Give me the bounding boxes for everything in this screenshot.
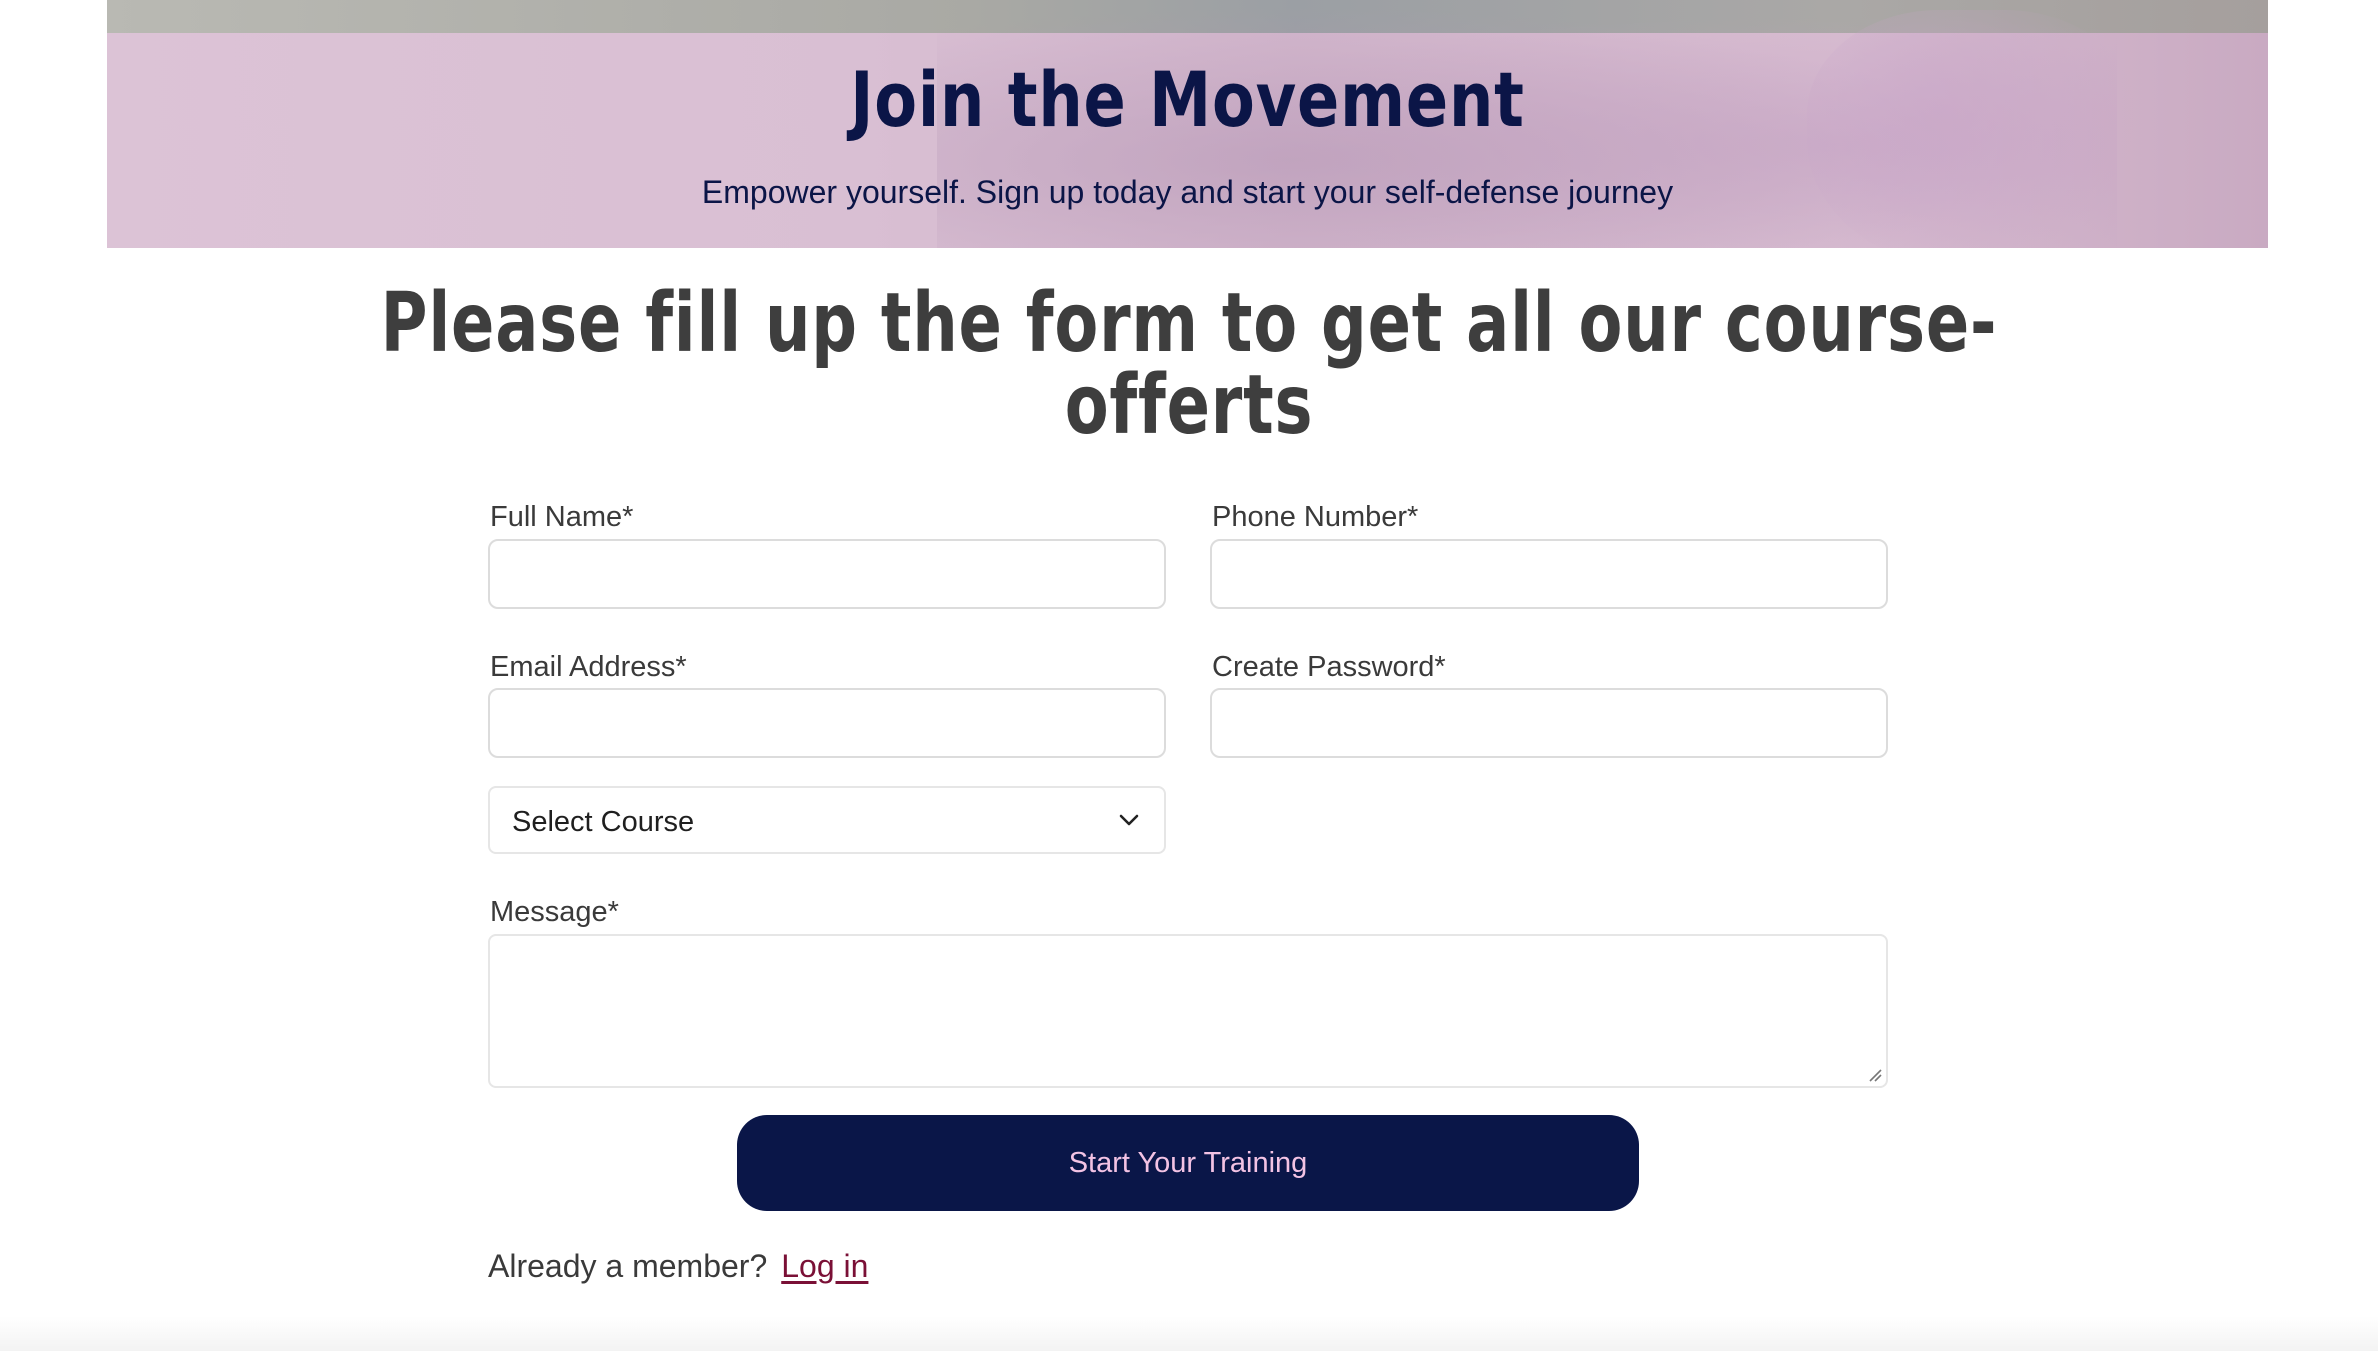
already-member-text: Already a member?: [488, 1248, 768, 1284]
full-name-input[interactable]: [488, 539, 1166, 609]
start-training-button[interactable]: Start Your Training: [737, 1115, 1639, 1211]
message-label: Message*: [490, 896, 619, 928]
page-bottom-edge: [0, 1316, 2378, 1351]
resize-handle-icon[interactable]: [1868, 1068, 1882, 1082]
hero-title: Join the Movement: [850, 55, 1525, 144]
email-address-input[interactable]: [488, 688, 1166, 758]
course-select-value: Select Course: [512, 806, 695, 838]
hero-subtitle: Empower yourself. Sign up today and star…: [701, 174, 1674, 210]
create-password-input[interactable]: [1210, 688, 1888, 758]
full-name-label: Full Name*: [490, 501, 634, 533]
chevron-down-icon: [1119, 814, 1139, 826]
course-select[interactable]: Select Course: [488, 786, 1166, 854]
phone-number-label: Phone Number*: [1212, 501, 1419, 533]
message-textarea[interactable]: [488, 934, 1888, 1088]
create-password-label: Create Password*: [1212, 651, 1446, 683]
phone-number-input[interactable]: [1210, 539, 1888, 609]
login-link[interactable]: Log in: [781, 1248, 868, 1284]
login-prompt: Already a member? Log in: [488, 1250, 868, 1282]
form-heading: Please fill up the form to get all our c…: [380, 276, 1998, 453]
page: Join the Movement Empower yourself. Sign…: [0, 0, 2378, 1351]
email-address-label: Email Address*: [490, 651, 687, 683]
hero-banner: Join the Movement Empower yourself. Sign…: [107, 0, 2268, 248]
